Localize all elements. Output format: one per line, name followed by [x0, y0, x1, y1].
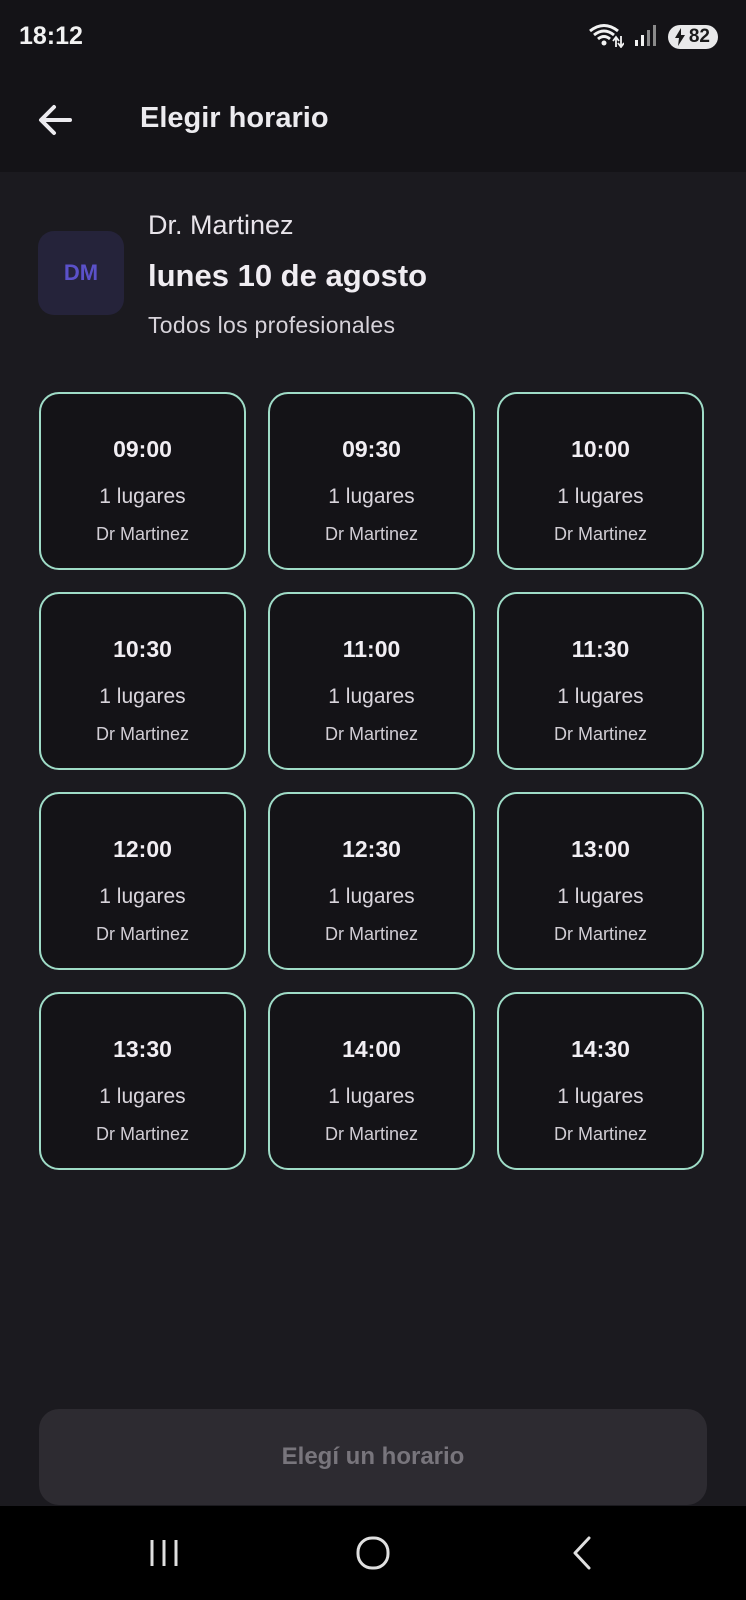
system-back-button[interactable] [552, 1530, 612, 1576]
slot-places: 1 lugares [328, 485, 415, 508]
time-slot-grid: 09:00 1 lugares Dr Martinez 09:30 1 luga… [39, 392, 707, 1170]
slot-places: 1 lugares [328, 1085, 415, 1108]
avatar: DM [38, 231, 124, 315]
slot-places: 1 lugares [557, 485, 644, 508]
battery-level: 82 [688, 26, 710, 47]
slot-doctor: Dr Martinez [95, 1124, 189, 1144]
slot-doctor: Dr Martinez [553, 724, 647, 744]
doctor-name: Dr. Martinez [148, 210, 294, 240]
slot-doctor: Dr Martinez [553, 924, 647, 944]
slot-places: 1 lugares [557, 885, 644, 908]
time-slot-card[interactable]: 13:30 1 lugares Dr Martinez [39, 992, 246, 1170]
battery-indicator: 82 [667, 25, 718, 49]
back-icon [573, 1536, 591, 1570]
slot-doctor: Dr Martinez [553, 524, 647, 544]
time-slot-card[interactable]: 11:30 1 lugares Dr Martinez [497, 592, 704, 770]
slot-time: 14:30 [571, 1036, 630, 1062]
avatar-initials: DM [63, 260, 99, 285]
selected-date: lunes 10 de agosto [148, 258, 428, 293]
time-slot-card[interactable]: 14:30 1 lugares Dr Martinez [497, 992, 704, 1170]
arrow-left-icon [39, 105, 72, 135]
slot-time: 10:30 [113, 636, 172, 662]
signal-icon [634, 23, 658, 52]
system-nav-bar [0, 1506, 746, 1600]
slot-time: 12:00 [113, 836, 172, 862]
slot-doctor: Dr Martinez [324, 524, 418, 544]
recents-button[interactable] [134, 1530, 194, 1576]
slot-doctor: Dr Martinez [324, 724, 418, 744]
slot-doctor: Dr Martinez [553, 1124, 647, 1144]
status-bar: 18:12 82 [0, 0, 746, 72]
status-icons: 82 [588, 22, 718, 52]
time-slot-card[interactable]: 10:30 1 lugares Dr Martinez [39, 592, 246, 770]
slot-time: 09:00 [113, 436, 172, 462]
time-slot-card[interactable]: 09:30 1 lugares Dr Martinez [268, 392, 475, 570]
slot-places: 1 lugares [328, 885, 415, 908]
slot-doctor: Dr Martinez [324, 1124, 418, 1144]
slot-doctor: Dr Martinez [95, 724, 189, 744]
back-button[interactable] [36, 100, 76, 140]
page-title: Elegir horario [140, 102, 329, 134]
time-slot-card[interactable]: 12:30 1 lugares Dr Martinez [268, 792, 475, 970]
slot-time: 12:30 [342, 836, 401, 862]
slot-places: 1 lugares [99, 1085, 186, 1108]
slot-doctor: Dr Martinez [324, 924, 418, 944]
slot-places: 1 lugares [557, 1085, 644, 1108]
time-slot-card[interactable]: 11:00 1 lugares Dr Martinez [268, 592, 475, 770]
time-slot-card[interactable]: 09:00 1 lugares Dr Martinez [39, 392, 246, 570]
professionals-filter: Todos los profesionales [148, 312, 396, 338]
battery-charging-icon [674, 28, 685, 46]
app-bar: Elegir horario [0, 72, 746, 172]
time-slot-card[interactable]: 12:00 1 lugares Dr Martinez [39, 792, 246, 970]
slot-time: 11:00 [342, 636, 401, 662]
slot-time: 11:30 [571, 636, 630, 662]
recents-icon [150, 1540, 178, 1566]
home-icon [356, 1536, 390, 1570]
slot-places: 1 lugares [99, 485, 186, 508]
slot-places: 1 lugares [99, 685, 186, 708]
slot-doctor: Dr Martinez [95, 924, 189, 944]
slot-places: 1 lugares [99, 885, 186, 908]
status-time: 18:12 [19, 22, 83, 50]
slot-places: 1 lugares [557, 685, 644, 708]
slot-time: 13:30 [113, 1036, 172, 1062]
time-slot-card[interactable]: 14:00 1 lugares Dr Martinez [268, 992, 475, 1170]
wifi-icon [588, 22, 625, 53]
slot-places: 1 lugares [328, 685, 415, 708]
slot-doctor: Dr Martinez [95, 524, 189, 544]
home-button[interactable] [343, 1530, 403, 1576]
slot-time: 13:00 [571, 836, 630, 862]
slot-time: 10:00 [571, 436, 630, 462]
time-slot-card[interactable]: 13:00 1 lugares Dr Martinez [497, 792, 704, 970]
slot-time: 09:30 [342, 436, 401, 462]
time-slot-card[interactable]: 10:00 1 lugares Dr Martinez [497, 392, 704, 570]
slot-time: 14:00 [342, 1036, 401, 1062]
choose-time-button[interactable]: Elegí un horario [39, 1409, 707, 1505]
choose-time-label: Elegí un horario [281, 1443, 465, 1470]
